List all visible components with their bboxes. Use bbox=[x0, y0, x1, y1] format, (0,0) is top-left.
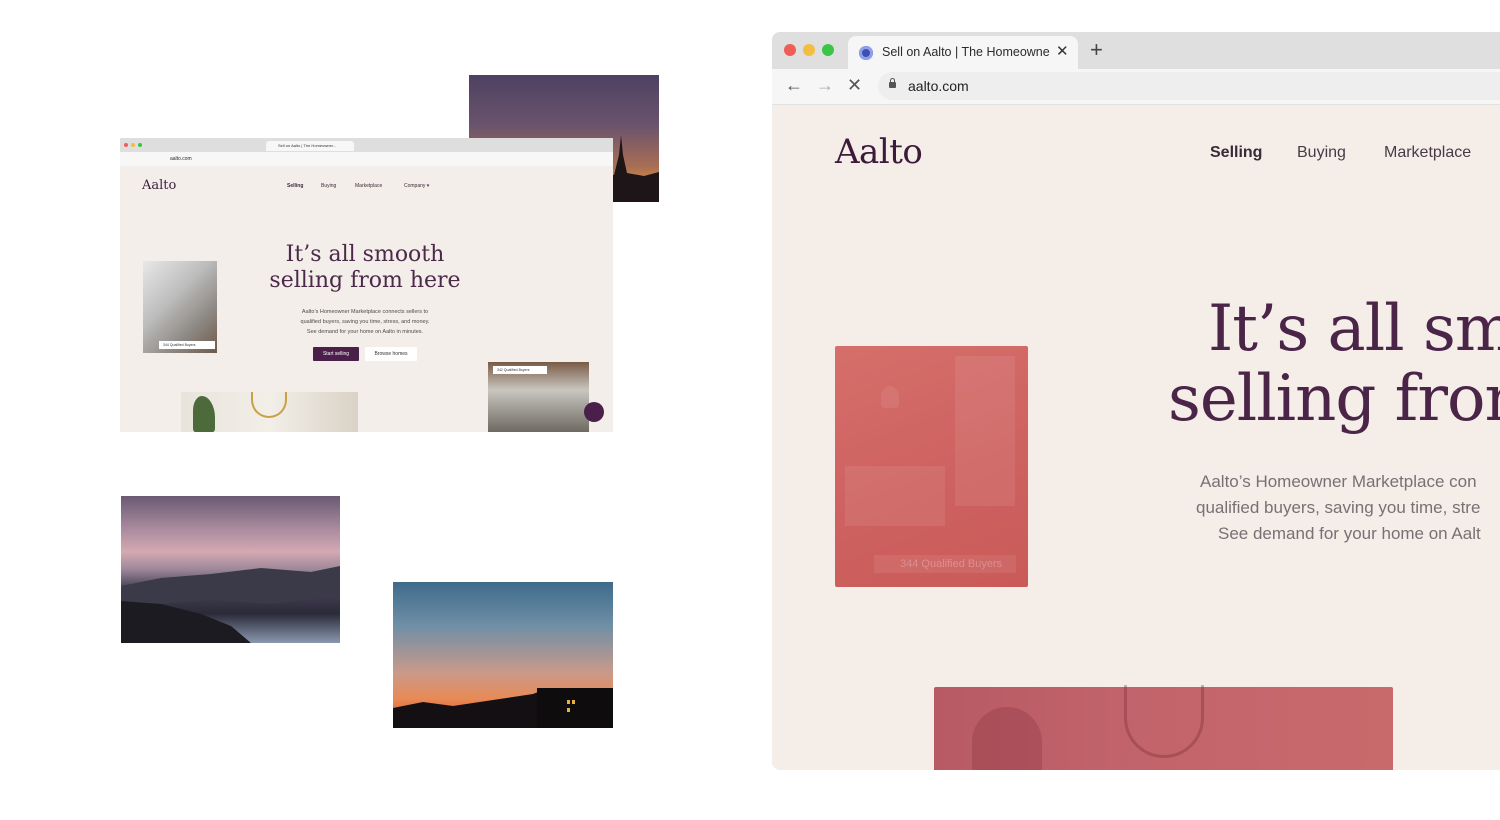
site-logo[interactable]: Aalto bbox=[835, 132, 923, 172]
kitchen-lamp-shape bbox=[881, 386, 899, 408]
mini-nav-company: Company ▾ bbox=[404, 183, 430, 189]
mini-nav-buying: Buying bbox=[321, 183, 337, 189]
mini-url: aalto.com bbox=[170, 156, 192, 162]
favicon-icon bbox=[859, 46, 873, 60]
hero-p2: qualified buyers, saving you time, stre bbox=[1196, 498, 1481, 517]
mini-living-photo bbox=[181, 392, 358, 432]
mini-buyers-badge: 344 Qualified Buyers bbox=[159, 341, 215, 349]
sunset-silhouette bbox=[393, 688, 613, 728]
mini-room-photo: 342 Qualified Buyers bbox=[488, 362, 589, 432]
mini-buyers-badge-2: 342 Qualified Buyers bbox=[493, 366, 547, 374]
kitchen-cabinet-shape bbox=[955, 356, 1015, 506]
address-bar[interactable]: aalto.com bbox=[878, 72, 1500, 100]
browser-toolbar: ← → ✕ aalto.com bbox=[772, 69, 1500, 105]
living-room-photo bbox=[934, 685, 1393, 770]
mini-url-bar: aalto.com bbox=[120, 152, 613, 166]
mini-hero-line2: selling from here bbox=[269, 268, 461, 293]
browser-window: Sell on Aalto | The Homeowner ✕ + ← → ✕ … bbox=[772, 32, 1500, 770]
tab-close-icon[interactable]: ✕ bbox=[1056, 42, 1069, 60]
stop-loading-icon[interactable]: ✕ bbox=[847, 75, 862, 96]
back-icon[interactable]: ← bbox=[785, 75, 803, 96]
nav-marketplace[interactable]: Marketplace bbox=[1384, 144, 1471, 162]
mini-tab: Sell on Aalto | The Homeowner... bbox=[266, 141, 354, 151]
forward-icon[interactable]: → bbox=[816, 75, 834, 96]
hero-p3: See demand for your home on Aalt bbox=[1218, 524, 1481, 543]
mini-kitchen-photo: 344 Qualified Buyers bbox=[143, 261, 217, 353]
hero-text: Aalto’s Homeowner Marketplace con qualif… bbox=[1168, 469, 1500, 547]
mini-screenshot: Sell on Aalto | The Homeowner... aalto.c… bbox=[120, 138, 613, 432]
plant-shape bbox=[972, 707, 1042, 770]
mini-browse-homes-button: Browse homes bbox=[365, 347, 417, 361]
kitchen-counter-shape bbox=[845, 466, 945, 526]
bay-hills bbox=[121, 566, 340, 643]
maximize-window-dot[interactable] bbox=[822, 44, 834, 56]
lock-icon bbox=[889, 78, 896, 88]
mini-hero-text: Aalto’s Homeowner Marketplace connects s… bbox=[270, 307, 460, 337]
mini-hero-p2: qualified buyers, saving you time, stres… bbox=[300, 319, 430, 325]
mini-mirror bbox=[251, 392, 287, 418]
mini-hero-line1: It’s all smooth bbox=[285, 242, 445, 267]
tab-title: Sell on Aalto | The Homeowner bbox=[882, 45, 1050, 59]
sunset-photo bbox=[393, 582, 613, 728]
mini-plant bbox=[193, 396, 215, 432]
browser-tab[interactable]: Sell on Aalto | The Homeowner ✕ bbox=[848, 36, 1078, 69]
bay-city-photo bbox=[121, 496, 340, 643]
mini-min-dot bbox=[131, 143, 135, 147]
mirror-shape bbox=[1124, 685, 1204, 758]
mini-hero-p3: See demand for your home on Aalto in min… bbox=[306, 329, 424, 335]
mini-chat-icon bbox=[584, 402, 604, 422]
mini-max-dot bbox=[138, 143, 142, 147]
hero-p1: Aalto’s Homeowner Marketplace con bbox=[1200, 472, 1477, 491]
url-text: aalto.com bbox=[908, 78, 969, 94]
tab-bar: Sell on Aalto | The Homeowner ✕ + bbox=[772, 32, 1500, 69]
mini-browser-chrome: Sell on Aalto | The Homeowner... aalto.c… bbox=[120, 138, 613, 166]
mini-hero-p1: Aalto’s Homeowner Marketplace connects s… bbox=[301, 309, 429, 315]
nav-buying[interactable]: Buying bbox=[1297, 144, 1346, 162]
mini-start-selling-button: Start selling bbox=[313, 347, 359, 361]
mini-logo: Aalto bbox=[142, 178, 177, 193]
minimize-window-dot[interactable] bbox=[803, 44, 815, 56]
mini-nav-selling: Selling bbox=[287, 183, 304, 189]
mini-close-dot bbox=[124, 143, 128, 147]
nav-selling[interactable]: Selling bbox=[1210, 144, 1262, 162]
hero-line1: It’s all smo bbox=[1208, 292, 1500, 366]
hero-heading: It’s all smo selling from bbox=[1168, 294, 1500, 434]
qualified-buyers-badge: 344 Qualified Buyers bbox=[874, 555, 1016, 573]
close-window-dot[interactable] bbox=[784, 44, 796, 56]
hero-line2: selling from bbox=[1168, 362, 1500, 436]
kitchen-photo: 344 Qualified Buyers bbox=[835, 346, 1028, 587]
mini-nav-marketplace: Marketplace bbox=[355, 183, 383, 189]
new-tab-button[interactable]: + bbox=[1090, 37, 1103, 63]
mini-hero-heading: It’s all smooth selling from here bbox=[240, 242, 490, 294]
